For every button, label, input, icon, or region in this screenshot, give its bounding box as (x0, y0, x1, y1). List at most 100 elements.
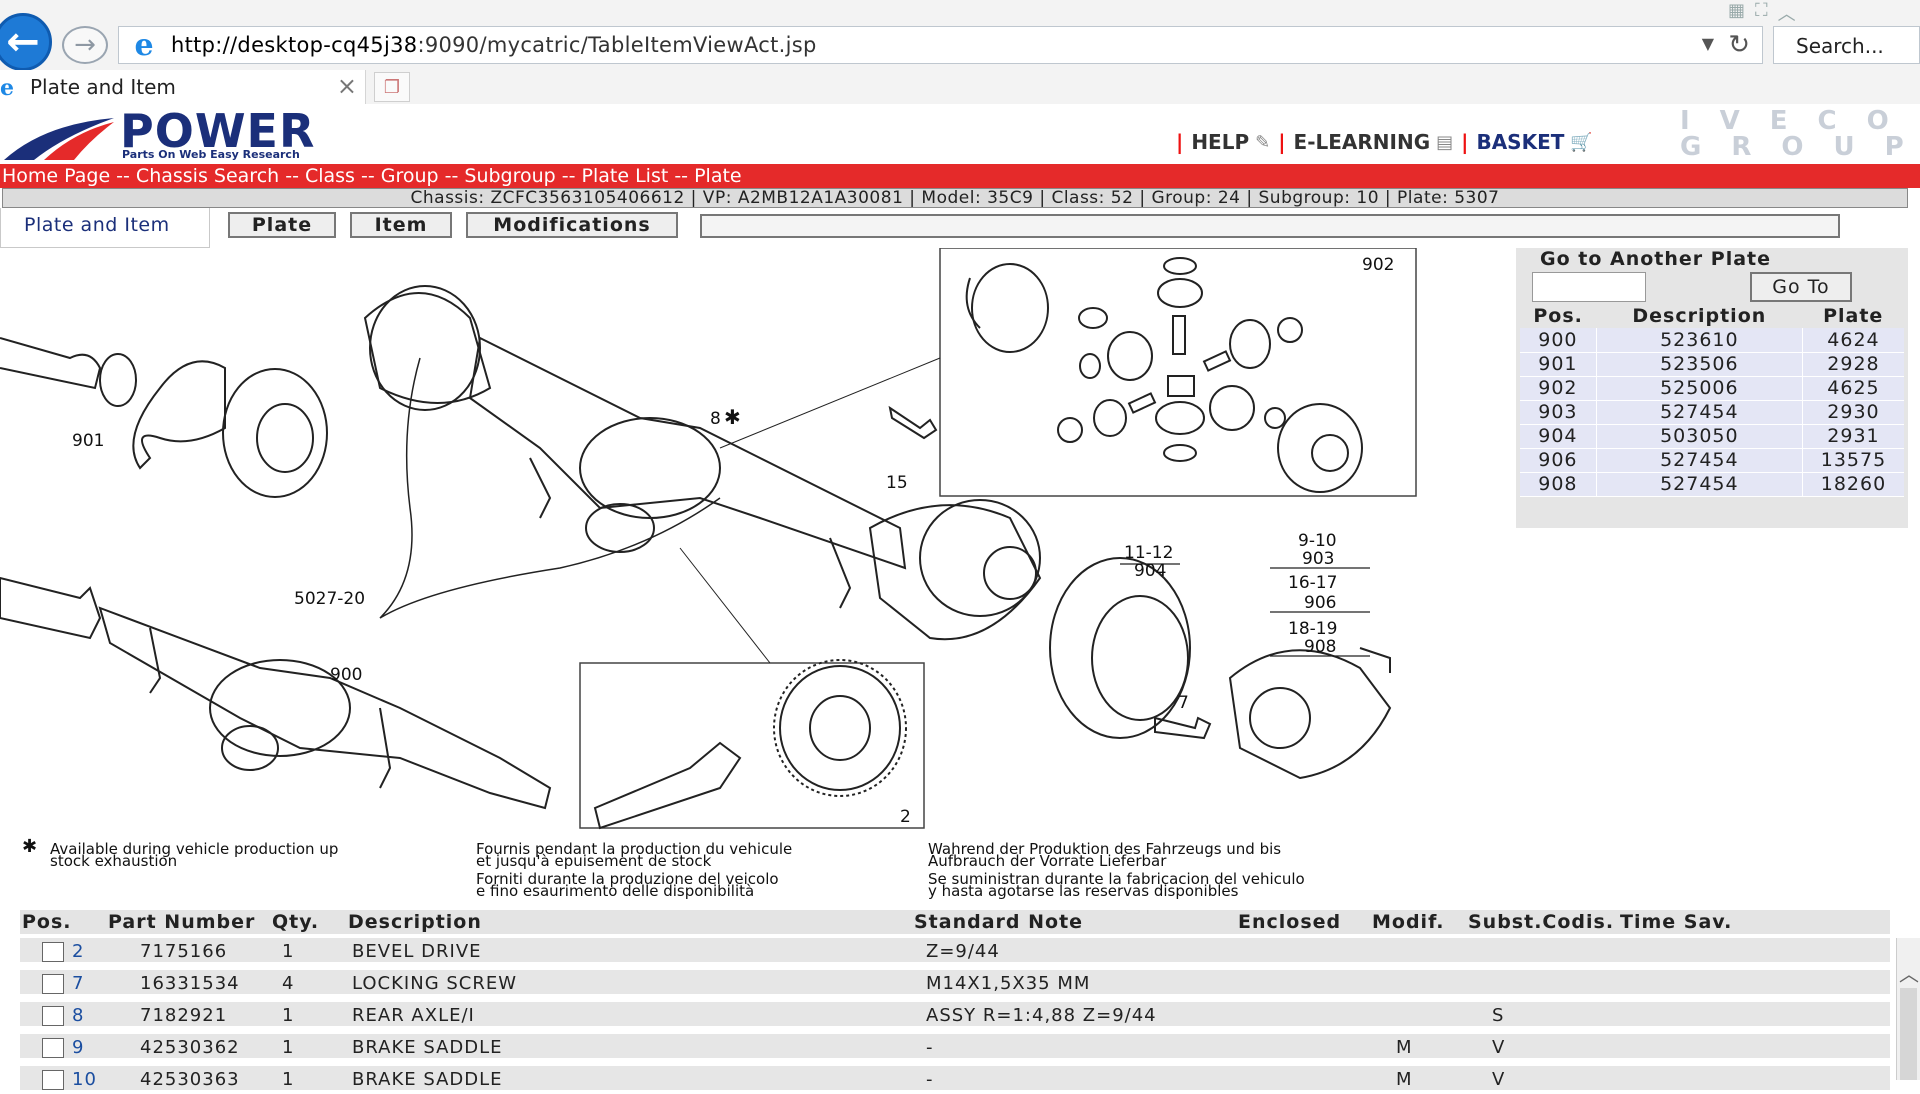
power-logo[interactable]: POWER Parts On Web Easy Research (4, 104, 330, 162)
col-qty: Qty. (272, 911, 320, 933)
table-row[interactable]: 10 42530363 1 BRAKE SADDLE - M V (20, 1066, 1890, 1094)
row-part-number: 16331534 (140, 973, 240, 994)
row-pos[interactable]: 2 (72, 938, 84, 966)
row-pos[interactable]: 10 (72, 1066, 97, 1094)
plate-number-input[interactable] (1532, 272, 1646, 302)
legend-es-2: y hasta agotarse las reservas disponible… (928, 882, 1239, 900)
label-15[interactable]: 15 (886, 473, 908, 493)
label-908[interactable]: 908 (1304, 637, 1336, 657)
vertical-scrollbar[interactable]: ︿ (1896, 938, 1920, 1080)
arrow-right-icon: → (74, 30, 96, 60)
row-description: REAR AXLE/I (352, 1005, 475, 1026)
inset-bevel-drive (579, 662, 925, 829)
table-row[interactable]: 901 523506 2928 (1520, 352, 1904, 377)
dropdown-icon[interactable]: ▼ (1702, 34, 1714, 53)
table-row[interactable]: 7 16331534 4 LOCKING SCREW M14X1,5X35 MM (20, 970, 1890, 998)
fullscreen-icon[interactable]: ⛶ (1755, 0, 1768, 22)
tab-plate-and-item[interactable]: Plate and Item (0, 208, 210, 248)
goto-plate-panel: Go to Another Plate Go To Pos. Descripti… (1516, 248, 1908, 528)
availability-legend: ✱ Available during vehicle production up… (0, 838, 1460, 900)
row-checkbox[interactable] (42, 1070, 64, 1090)
new-tab-button[interactable]: ❐ (374, 72, 410, 102)
address-bar[interactable]: e http://desktop-cq45j38:9090/mycatric/T… (118, 26, 1763, 64)
help-link[interactable]: HELP (1191, 130, 1249, 154)
view-tabs: Plate and Item Plate Item Modifications (0, 208, 1920, 248)
label-18-19[interactable]: 18-19 (1288, 619, 1337, 639)
label-7[interactable]: 7 (1178, 693, 1189, 713)
table-row[interactable]: 903 527454 2930 (1520, 400, 1904, 425)
row-pos[interactable]: 9 (72, 1034, 84, 1062)
row-checkbox[interactable] (42, 942, 64, 962)
row-note: ASSY R=1:4,88 Z=9/44 (926, 1005, 1157, 1026)
row-checkbox[interactable] (42, 1038, 64, 1058)
label-11-12[interactable]: 11-12 (1124, 543, 1173, 563)
elearning-icon: ▤ (1436, 131, 1454, 153)
url-host: http://desktop-cq45j38 (171, 33, 418, 57)
col-subst-codis: Subst.Codis. (1468, 911, 1615, 933)
table-row[interactable]: 9 42530362 1 BRAKE SADDLE - M V (20, 1034, 1890, 1062)
lightbulb-icon: ✎ (1255, 131, 1271, 153)
chevron-up-icon[interactable]: ︿ (1778, 0, 1796, 25)
elearning-link[interactable]: E-LEARNING (1294, 130, 1431, 154)
tab-title: Plate and Item (30, 75, 176, 99)
top-links: | HELP ✎ | E-LEARNING ▤ | BASKET 🛒 (1168, 130, 1593, 154)
modifications-button[interactable]: Modifications (466, 212, 678, 238)
label-900[interactable]: 900 (330, 665, 362, 685)
row-description: BRAKE SADDLE (352, 1037, 503, 1058)
legend-de-2: Aufbrauch der Vorrate Lieferbar (928, 852, 1167, 870)
row-checkbox[interactable] (42, 1006, 64, 1026)
axle-diagram: ✱ 901 902 8 15 5027-20 900 2 7 11-12 904… (0, 247, 1417, 830)
table-row[interactable]: 8 7182921 1 REAR AXLE/I ASSY R=1:4,88 Z=… (20, 1002, 1890, 1030)
plates-table: Pos. Description Plate 900 523610 4624 901… (1520, 304, 1904, 497)
refresh-icon[interactable]: ↻ (1728, 30, 1750, 60)
item-button[interactable]: Item (350, 212, 452, 238)
row-part-number: 7182921 (140, 1005, 228, 1026)
url-path: :9090/mycatric/TableItemViewAct.jsp (417, 33, 817, 57)
search-box[interactable]: Search... (1773, 26, 1920, 64)
basket-link[interactable]: BASKET (1476, 130, 1564, 154)
goto-title: Go to Another Plate (1540, 248, 1772, 270)
label-8[interactable]: 8 (710, 409, 721, 429)
plate-button[interactable]: Plate (228, 212, 336, 238)
grid-icon[interactable]: ▦ (1728, 0, 1745, 22)
table-row[interactable]: 908 527454 18260 (1520, 472, 1904, 497)
label-9-10[interactable]: 9-10 (1298, 531, 1337, 551)
label-16-17[interactable]: 16-17 (1288, 573, 1337, 593)
label-904[interactable]: 904 (1134, 561, 1166, 581)
row-qty: 1 (282, 1037, 295, 1058)
scrollbar-thumb[interactable] (1900, 988, 1917, 1080)
col-enclosed: Enclosed (1238, 911, 1342, 933)
row-pos[interactable]: 7 (72, 970, 84, 998)
label-901[interactable]: 901 (72, 431, 104, 451)
label-903[interactable]: 903 (1302, 549, 1334, 569)
tabs-filler (700, 214, 1840, 238)
browser-tab[interactable]: e Plate and Item × (0, 70, 366, 104)
label-2[interactable]: 2 (900, 807, 911, 827)
url-text[interactable]: http://desktop-cq45j38:9090/mycatric/Tab… (171, 33, 817, 57)
goto-button[interactable]: Go To (1750, 272, 1852, 302)
row-modif: M (1396, 1069, 1413, 1090)
table-row[interactable]: 2 7175166 1 BEVEL DRIVE Z=9/44 (20, 938, 1890, 966)
table-row[interactable]: 906 527454 13575 (1520, 448, 1904, 473)
vehicle-info-bar: Chassis: ZCFC3563105406612 | VP: A2MB12A… (2, 188, 1908, 208)
row-description: BEVEL DRIVE (352, 941, 482, 962)
table-row[interactable]: 902 525006 4625 (1520, 376, 1904, 401)
row-pos[interactable]: 8 (72, 1002, 84, 1030)
label-906[interactable]: 906 (1304, 593, 1336, 613)
arrow-left-icon: ← (6, 19, 40, 65)
legend-fr-2: et jusqu'à epuisement de stock (476, 852, 712, 870)
forward-button[interactable]: → (62, 26, 108, 64)
browser-chrome: ▦ ⛶ ︿ ← → e http://desktop-cq45j38:9090/… (0, 0, 1920, 104)
exploded-drawing[interactable]: ✱ 901 902 8 15 5027-20 900 2 7 11-12 904… (0, 247, 1460, 913)
close-icon[interactable]: × (337, 72, 357, 100)
table-row[interactable]: 904 503050 2931 (1520, 424, 1904, 449)
breadcrumb[interactable]: Home Page -- Chassis Search -- Class -- … (0, 164, 1920, 188)
table-row[interactable]: 900 523610 4624 (1520, 328, 1904, 353)
label-902[interactable]: 902 (1362, 255, 1394, 275)
row-note: M14X1,5X35 MM (926, 973, 1091, 994)
label-5027-20[interactable]: 5027-20 (294, 589, 365, 609)
back-button[interactable]: ← (0, 13, 52, 71)
chevron-up-icon[interactable]: ︿ (1899, 958, 1919, 987)
row-checkbox[interactable] (42, 974, 64, 994)
app-header: POWER Parts On Web Easy Research | HELP … (0, 104, 1920, 164)
